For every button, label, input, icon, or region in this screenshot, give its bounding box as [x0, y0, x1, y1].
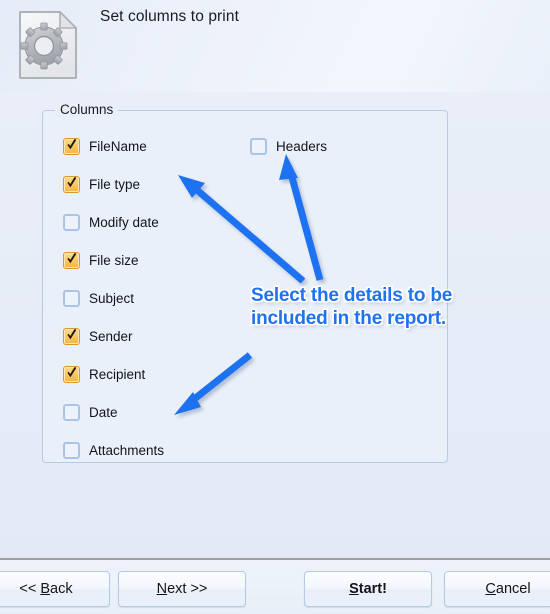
checkbox-row-file-size[interactable]: File size [63, 249, 139, 271]
start-button[interactable]: Start! [304, 571, 432, 607]
checkbox-file-type[interactable] [63, 175, 80, 193]
checkbox-label: Attachments [89, 442, 165, 458]
checkbox-row-headers[interactable]: Headers [250, 135, 327, 157]
checkbox-label: Headers [276, 138, 328, 154]
checkbox-label: File size [89, 252, 139, 268]
wizard-dialog: Set columns to print Columns FileName Fi… [0, 0, 550, 614]
checkbox-label: Subject [89, 290, 135, 306]
checkbox-sender[interactable] [63, 327, 80, 345]
columns-group-label: Columns [55, 102, 119, 117]
document-gear-icon [16, 8, 80, 82]
checkbox-label: File type [89, 176, 141, 192]
checkbox-label: Date [89, 404, 118, 420]
checkbox-file-size[interactable] [63, 251, 80, 269]
checkbox-headers[interactable] [250, 137, 267, 155]
checkbox-row-modify-date[interactable]: Modify date [63, 211, 159, 233]
page-title: Set columns to print [100, 8, 239, 25]
checkbox-row-attachments[interactable]: Attachments [63, 439, 164, 461]
checkbox-row-filename[interactable]: FileName [63, 135, 147, 157]
cancel-button-label: Cancel [485, 581, 531, 597]
checkbox-label: FileName [89, 138, 147, 154]
back-button-label: << Back [19, 581, 73, 597]
checkbox-filename[interactable] [63, 137, 80, 155]
dialog-header: Set columns to print [0, 0, 550, 92]
start-button-label: Start! [349, 581, 387, 597]
checkbox-date[interactable] [63, 403, 80, 421]
checkbox-row-recipient[interactable]: Recipient [63, 363, 145, 385]
checkbox-label: Recipient [89, 366, 146, 382]
back-button[interactable]: << Back [0, 571, 110, 607]
checkbox-label: Sender [89, 328, 133, 344]
checkbox-row-date[interactable]: Date [63, 401, 118, 423]
checkbox-modify-date[interactable] [63, 213, 80, 231]
columns-group-box: Columns FileName File type Modify date F… [42, 102, 448, 463]
checkbox-row-sender[interactable]: Sender [63, 325, 133, 347]
next-button[interactable]: Next >> [118, 571, 246, 607]
checkbox-recipient[interactable] [63, 365, 80, 383]
checkbox-label: Modify date [89, 214, 159, 230]
next-button-label: Next >> [156, 581, 208, 597]
checkbox-attachments[interactable] [63, 441, 80, 459]
checkbox-row-subject[interactable]: Subject [63, 287, 134, 309]
dialog-body: Columns FileName File type Modify date F… [0, 92, 550, 558]
checkbox-subject[interactable] [63, 289, 80, 307]
cancel-button[interactable]: Cancel [444, 571, 550, 607]
dialog-footer: << Back Next >> Start! Cancel [0, 558, 550, 614]
checkbox-row-file-type[interactable]: File type [63, 173, 140, 195]
